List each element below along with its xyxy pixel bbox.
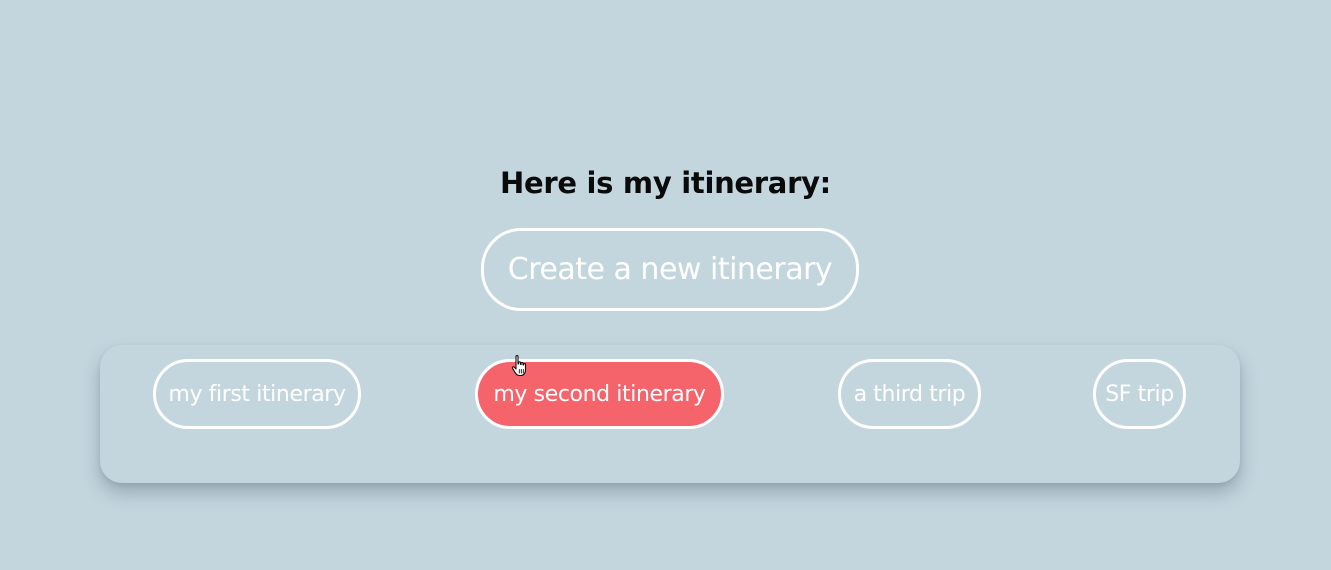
- page-title: Here is my itinerary:: [500, 166, 831, 200]
- hand-pointer-icon: [511, 355, 527, 377]
- itinerary-item-third[interactable]: a third trip: [838, 359, 981, 429]
- itinerary-item-sf[interactable]: SF trip: [1093, 359, 1186, 429]
- itinerary-item-first[interactable]: my first itinerary: [153, 359, 361, 429]
- create-itinerary-button[interactable]: Create a new itinerary: [481, 228, 859, 311]
- itinerary-list: my first itinerary my second itinerary a…: [100, 345, 1240, 483]
